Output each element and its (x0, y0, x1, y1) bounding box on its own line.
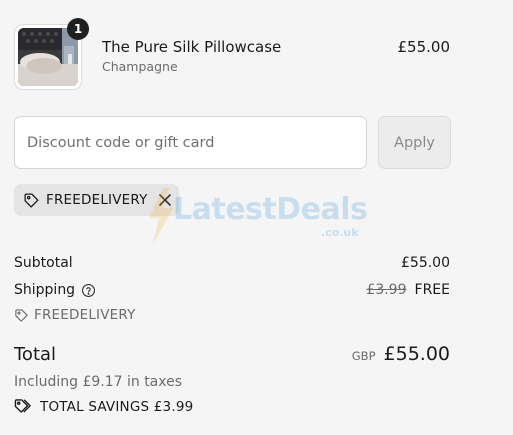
close-icon[interactable] (158, 193, 172, 207)
shipping-discount-code: FREEDELIVERY (14, 307, 136, 323)
applied-discount-code: FREEDELIVERY (46, 192, 148, 208)
shipping-value: £3.99 FREE (366, 282, 450, 298)
double-tag-icon (14, 398, 33, 415)
total-value: GBP £55.00 (352, 343, 450, 365)
total-savings-text: TOTAL SAVINGS £3.99 (40, 398, 194, 415)
quantity-badge: 1 (67, 18, 89, 40)
shipping-code-label: FREEDELIVERY (34, 307, 136, 323)
subtotal-value: £55.00 (401, 255, 450, 271)
shipping-free-label: FREE (414, 282, 450, 298)
total-amount: £55.00 (383, 343, 450, 365)
product-title: The Pure Silk Pillowcase (102, 38, 282, 56)
shipping-label: Shipping (14, 282, 76, 298)
watermark-subtext: .co.uk (321, 226, 359, 239)
taxes-note: Including £9.17 in taxes (14, 374, 183, 390)
product-price: £55.00 (397, 38, 451, 56)
total-currency: GBP (351, 349, 376, 363)
shipping-original-price: £3.99 (366, 282, 407, 298)
subtotal-label: Subtotal (14, 255, 73, 271)
total-savings: TOTAL SAVINGS £3.99 (14, 398, 193, 415)
total-label: Total (14, 344, 57, 365)
shipping-row: Shipping (14, 282, 96, 298)
product-variant: Champagne (102, 59, 178, 74)
help-circle-icon[interactable] (81, 283, 96, 298)
apply-discount-button[interactable]: Apply (378, 116, 451, 169)
tag-icon (14, 308, 29, 323)
tag-icon (23, 192, 40, 209)
product-image (18, 28, 78, 86)
applied-discount-chip: FREEDELIVERY (14, 184, 179, 216)
watermark-text: LatestDeals (173, 192, 368, 227)
discount-code-input[interactable] (14, 116, 367, 169)
watermark-logo: LatestDeals .co.uk (145, 188, 375, 248)
